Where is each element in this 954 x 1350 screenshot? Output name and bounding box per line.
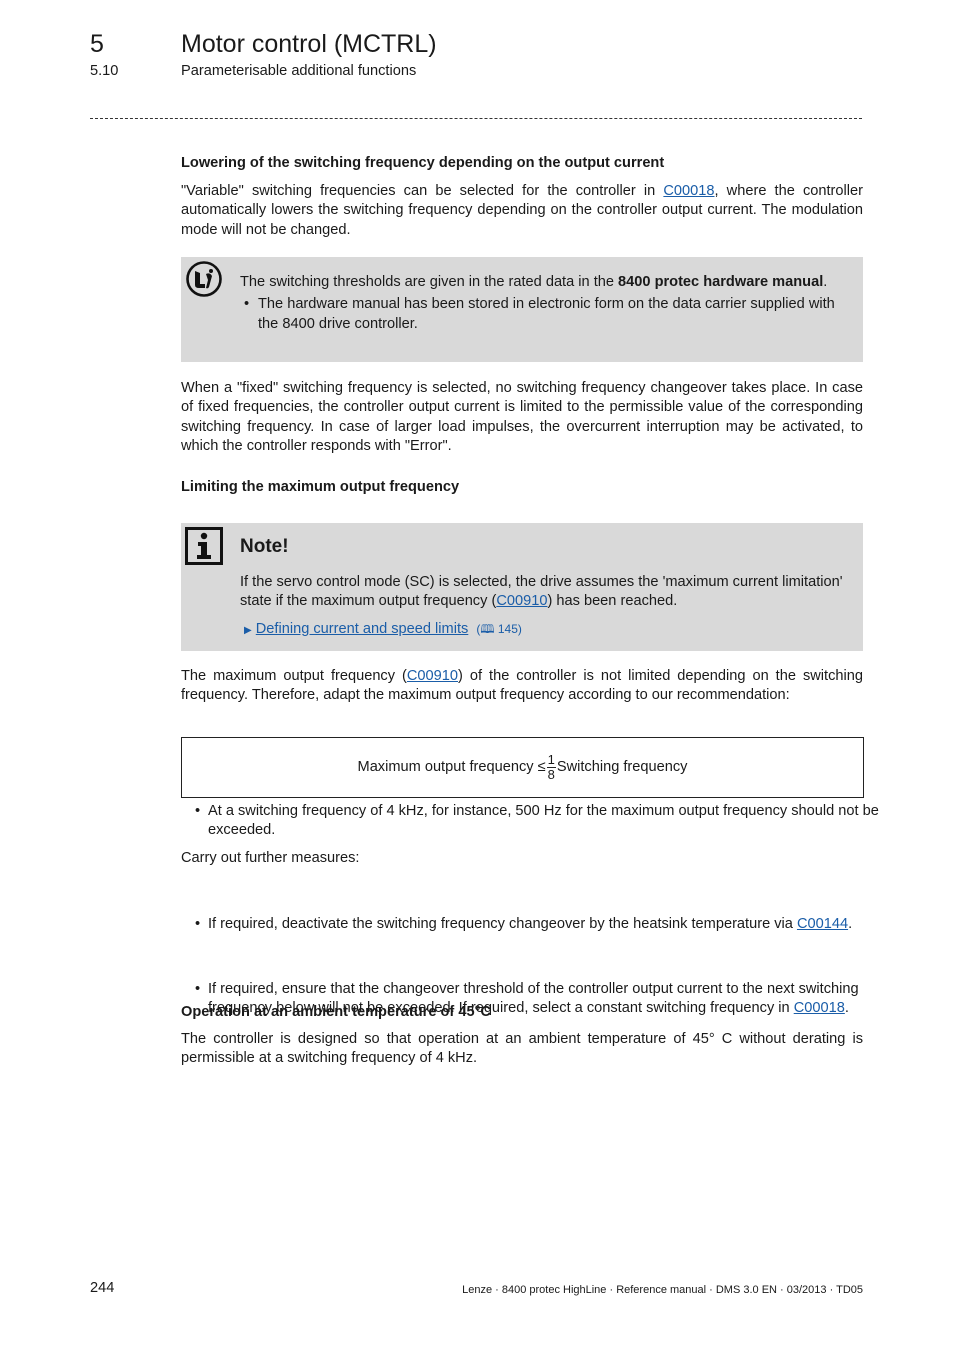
note-text: If the servo control mode (SC) is select… <box>240 574 843 610</box>
link-defining-limits[interactable]: Defining current and speed limits <box>256 621 469 637</box>
note-box: Note! If the servo control mode (SC) is … <box>181 523 863 651</box>
tip-text: The switching thresholds are given in th… <box>240 274 828 290</box>
note-xref[interactable]: ▶ Defining current and speed limits (🕮 1… <box>240 620 843 640</box>
measures-intro: Carry out further measures: <box>181 850 360 866</box>
tip-bullet: The hardware manual has been stored in e… <box>240 295 843 334</box>
formula-fraction: 1 8 <box>546 752 556 782</box>
tip-hand-icon <box>185 260 223 304</box>
paragraph-ambient-temperature: The controller is designed so that opera… <box>181 1031 863 1067</box>
chapter-title: Motor control (MCTRL) <box>181 30 437 58</box>
paragraph-max-frequency: The maximum output frequency (C00910) of… <box>181 668 863 704</box>
formula-left: Maximum output frequency ≤ <box>357 758 546 775</box>
formula-right: Switching frequency <box>556 758 688 775</box>
chapter-number: 5 <box>90 30 104 58</box>
footer-text: Lenze · 8400 protec HighLine · Reference… <box>462 1284 863 1296</box>
link-c00144[interactable]: C00144 <box>797 916 848 932</box>
section-title: Parameterisable additional functions <box>181 63 417 79</box>
heading-lowering-switching-frequency: Lowering of the switching frequency depe… <box>181 155 665 171</box>
page-number: 244 <box>90 1280 115 1296</box>
header-divider <box>90 118 862 119</box>
heading-ambient-temperature: Operation at an ambient temperature of 4… <box>181 1004 491 1020</box>
section-number: 5.10 <box>90 63 119 79</box>
link-c00910-2[interactable]: C00910 <box>407 668 458 684</box>
paragraph-fixed-frequency: When a "fixed" switching frequency is se… <box>181 380 863 454</box>
page-ref[interactable]: (🕮 145) <box>476 622 522 636</box>
heading-limiting-max-frequency: Limiting the maximum output frequency <box>181 479 460 495</box>
book-icon: 🕮 <box>480 621 495 636</box>
formula-box: Maximum output frequency ≤ 1 8 Switching… <box>181 737 864 798</box>
bullet-example: At a switching frequency of 4 kHz, for i… <box>181 802 890 841</box>
link-c00018[interactable]: C00018 <box>663 183 714 199</box>
link-c00910[interactable]: C00910 <box>496 593 547 609</box>
measure-item: If required, deactivate the switching fr… <box>181 915 890 935</box>
arrow-right-icon: ▶ <box>244 624 252 636</box>
tip-box: The switching thresholds are given in th… <box>181 257 863 362</box>
paragraph-variable-frequency: "Variable" switching frequencies can be … <box>181 183 863 238</box>
note-title: Note! <box>240 536 289 557</box>
info-icon <box>185 527 223 571</box>
